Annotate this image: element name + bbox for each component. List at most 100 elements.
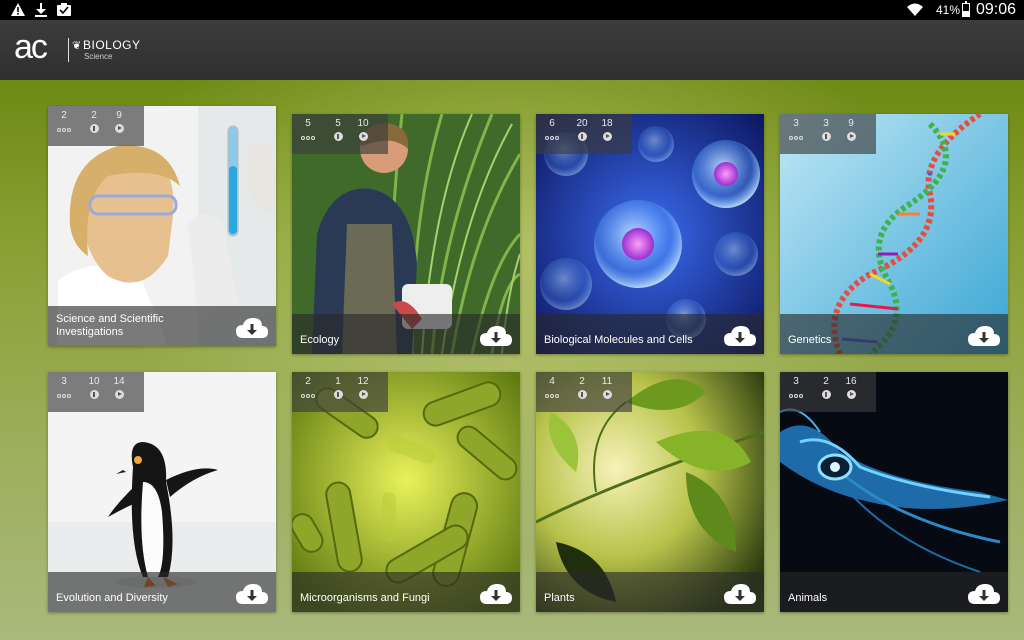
topic-stats: 4 2 11 bbox=[536, 372, 632, 412]
play-icon bbox=[114, 390, 124, 399]
topic-caption: Plants bbox=[536, 572, 764, 612]
topic-stat: 10 bbox=[81, 376, 107, 399]
topic-stats: 2 1 12 bbox=[292, 372, 388, 412]
cloud-download-icon[interactable] bbox=[724, 325, 756, 347]
info-icon bbox=[821, 132, 831, 141]
cloud-download-icon[interactable] bbox=[724, 583, 756, 605]
stat-count: 2 bbox=[61, 110, 67, 121]
cloud-download-icon[interactable] bbox=[236, 583, 268, 605]
info-icon bbox=[333, 132, 343, 141]
topic-tile-science[interactable]: 2 2 9 Science and Scientific Investigati… bbox=[48, 106, 276, 346]
topic-caption: Ecology bbox=[292, 314, 520, 354]
topic-stat: 1 bbox=[325, 376, 351, 399]
topic-caption: Microorganisms and Fungi bbox=[292, 572, 520, 612]
topic-title: Evolution and Diversity bbox=[56, 592, 168, 604]
stat-count: 2 bbox=[91, 110, 97, 121]
cloud-download-icon[interactable] bbox=[480, 583, 512, 605]
topic-title: Biological Molecules and Cells bbox=[544, 334, 693, 346]
lessons-icon bbox=[299, 390, 317, 399]
logo-divider bbox=[68, 38, 69, 62]
subject-title: BIOLOGY bbox=[83, 38, 141, 52]
lessons-icon bbox=[543, 132, 561, 141]
topic-stat: 9 bbox=[838, 118, 864, 141]
topic-tile-plants[interactable]: 4 2 11 Plants bbox=[536, 372, 764, 612]
topic-tile-genetics[interactable]: 3 3 9 Genetics bbox=[780, 114, 1008, 354]
stat-count: 11 bbox=[601, 376, 613, 387]
topic-stat: 11 bbox=[594, 376, 620, 399]
stat-count: 4 bbox=[549, 376, 555, 387]
clipboard-check-icon bbox=[57, 3, 71, 16]
topic-stat: 3 bbox=[51, 376, 77, 399]
stat-count: 2 bbox=[305, 376, 311, 387]
stat-count: 3 bbox=[823, 118, 829, 129]
topic-stat: 2 bbox=[569, 376, 595, 399]
leaf-icon: ❦ bbox=[72, 40, 82, 52]
battery-icon bbox=[962, 1, 970, 17]
topic-stat: 14 bbox=[106, 376, 132, 399]
info-icon bbox=[577, 132, 587, 141]
topic-stat: 18 bbox=[594, 118, 620, 141]
warning-icon bbox=[11, 3, 25, 16]
info-icon bbox=[577, 390, 587, 399]
topic-stat: 6 bbox=[539, 118, 565, 141]
subject-subtitle: Science bbox=[84, 52, 113, 61]
topic-caption: Biological Molecules and Cells bbox=[536, 314, 764, 354]
stat-count: 3 bbox=[61, 376, 67, 387]
topic-stats: 6 20 18 bbox=[536, 114, 632, 154]
topic-stat: 3 bbox=[783, 118, 809, 141]
stat-count: 16 bbox=[845, 376, 857, 387]
topic-stat: 3 bbox=[783, 376, 809, 399]
topic-tile-animals[interactable]: 3 2 16 Animals bbox=[780, 372, 1008, 612]
topic-stat: 2 bbox=[81, 110, 107, 133]
topic-stat: 5 bbox=[295, 118, 321, 141]
cloud-download-icon[interactable] bbox=[968, 325, 1000, 347]
topic-stat: 4 bbox=[539, 376, 565, 399]
topic-stats: 5 5 10 bbox=[292, 114, 388, 154]
battery-percent: 41% bbox=[935, 3, 960, 17]
topic-grid: 2 2 9 Science and Scientific Investigati… bbox=[0, 80, 1024, 640]
topic-title: Science and Scientific Investigations bbox=[56, 313, 164, 338]
stat-count: 6 bbox=[549, 118, 555, 129]
topic-title: Plants bbox=[544, 592, 575, 604]
stat-count: 2 bbox=[823, 376, 829, 387]
topic-stats: 3 10 14 bbox=[48, 372, 144, 412]
cloud-download-icon[interactable] bbox=[480, 325, 512, 347]
topic-caption: Genetics bbox=[780, 314, 1008, 354]
lessons-icon bbox=[299, 132, 317, 141]
topic-stat: 2 bbox=[51, 110, 77, 133]
stat-count: 9 bbox=[116, 110, 122, 121]
stat-count: 10 bbox=[88, 376, 100, 387]
topic-caption: Animals bbox=[780, 572, 1008, 612]
topic-tile-ecology[interactable]: 5 5 10 Ecology bbox=[292, 114, 520, 354]
topic-title: Animals bbox=[788, 592, 828, 604]
topic-stat: 20 bbox=[569, 118, 595, 141]
download-icon bbox=[35, 3, 47, 17]
logo-ac: ac bbox=[14, 28, 48, 66]
play-icon bbox=[114, 124, 124, 133]
cloud-download-icon[interactable] bbox=[236, 317, 268, 339]
play-icon bbox=[602, 132, 612, 141]
lessons-icon bbox=[787, 132, 805, 141]
topic-caption: Science and Scientific Investigations bbox=[48, 306, 276, 346]
topic-stat: 10 bbox=[350, 118, 376, 141]
action-bar: ac ❦ BIOLOGY Science bbox=[0, 20, 1024, 80]
stat-count: 12 bbox=[357, 376, 369, 387]
topic-title: Microorganisms and Fungi bbox=[300, 592, 430, 604]
topic-stat: 2 bbox=[813, 376, 839, 399]
topic-stat: 12 bbox=[350, 376, 376, 399]
clock: 09:06 bbox=[975, 1, 1016, 18]
topic-stats: 3 2 16 bbox=[780, 372, 876, 412]
topic-tile-molecules[interactable]: 6 20 18 Biological Molecules and Cells bbox=[536, 114, 764, 354]
topic-tile-evolution[interactable]: 3 10 14 Evolution and Diversity bbox=[48, 372, 276, 612]
stat-count: 5 bbox=[305, 118, 311, 129]
stat-count: 3 bbox=[793, 118, 799, 129]
stat-count: 3 bbox=[793, 376, 799, 387]
stat-count: 20 bbox=[576, 118, 588, 129]
topic-stat: 16 bbox=[838, 376, 864, 399]
cloud-download-icon[interactable] bbox=[968, 583, 1000, 605]
stat-count: 2 bbox=[579, 376, 585, 387]
status-bar: 41% 09:06 bbox=[0, 0, 1024, 20]
topic-stats: 2 2 9 bbox=[48, 106, 144, 146]
topic-title: Ecology bbox=[300, 334, 340, 346]
topic-tile-microorganisms[interactable]: 2 1 12 Microorganisms and Fungi bbox=[292, 372, 520, 612]
